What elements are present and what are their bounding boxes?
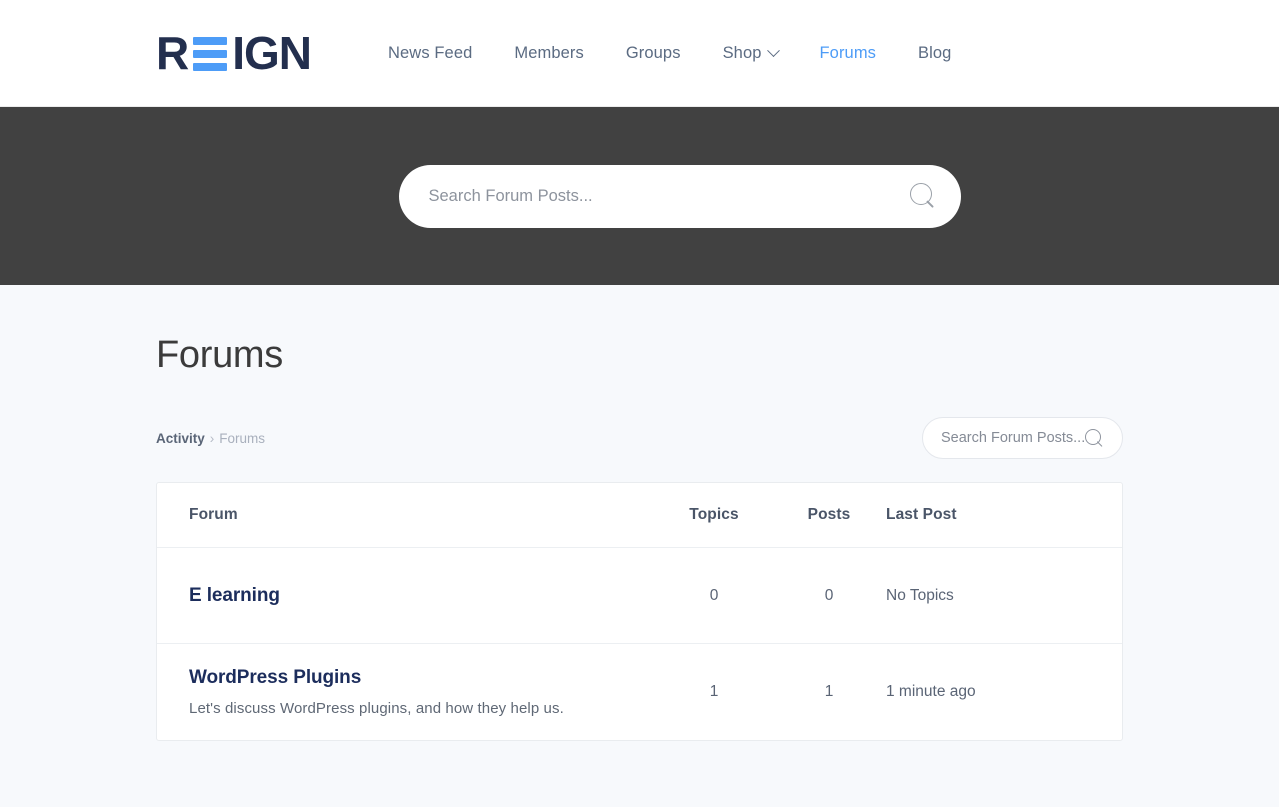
forums-table: Forum Topics Posts Last Post E learning … [156, 482, 1123, 741]
nav-label: Forums [819, 43, 877, 62]
forum-cell: E learning [189, 585, 654, 607]
breadcrumb-link-activity[interactable]: Activity [156, 431, 205, 446]
nav-item-members[interactable]: Members [493, 44, 604, 63]
nav-item-groups[interactable]: Groups [605, 44, 702, 63]
forum-search-box[interactable] [398, 164, 961, 228]
page-content: Forums Activity › Forums Forum Topics Po… [0, 285, 1279, 741]
hero-banner [0, 107, 1279, 285]
column-header-last-post: Last Post [886, 506, 957, 523]
page-title: Forums [156, 334, 283, 376]
equals-bars-icon [193, 37, 228, 71]
nav-item-news-feed[interactable]: News Feed [367, 44, 493, 63]
column-header-forum: Forum [189, 506, 238, 523]
sidebar-forum-search-box[interactable] [922, 417, 1123, 459]
logo-letter-r: R [156, 27, 189, 79]
breadcrumb-row: Activity › Forums [156, 417, 1123, 459]
nav-label: Shop [722, 43, 762, 62]
nav-item-forums[interactable]: Forums [799, 44, 898, 63]
nav-label: Groups [625, 43, 681, 62]
posts-count: 0 [824, 586, 834, 604]
nav-item-shop[interactable]: Shop [702, 44, 799, 63]
column-header-topics: Topics [689, 506, 739, 523]
breadcrumb: Activity › Forums [156, 431, 265, 446]
forum-search-input[interactable] [428, 186, 910, 206]
breadcrumb-current-forums: Forums [219, 430, 266, 446]
nav-label: Members [514, 43, 584, 62]
logo-letters-ign: IGN [232, 27, 312, 79]
forum-cell: WordPress Plugins Let's discuss WordPres… [189, 667, 654, 717]
last-post-value: 1 minute ago [886, 683, 976, 700]
nav-label: Blog [918, 43, 952, 62]
forum-description: Let's discuss WordPress plugins, and how… [189, 700, 564, 717]
sidebar-forum-search-input[interactable] [941, 430, 1108, 446]
main-nav: News Feed Members Groups Shop Forums Blo… [367, 44, 972, 63]
column-header-posts: Posts [807, 506, 851, 523]
chevron-down-icon [766, 43, 780, 57]
breadcrumb-separator: › [209, 430, 215, 446]
site-logo[interactable]: R IGN [156, 27, 312, 79]
search-icon[interactable] [909, 182, 937, 210]
forum-title-link[interactable]: E learning [189, 585, 654, 607]
nav-label: News Feed [388, 43, 473, 62]
last-post-value: No Topics [886, 586, 954, 604]
nav-item-blog[interactable]: Blog [897, 44, 972, 63]
posts-count: 1 [824, 683, 834, 700]
table-header-row: Forum Topics Posts Last Post [157, 483, 1122, 548]
table-row[interactable]: E learning 0 0 No Topics [157, 548, 1122, 644]
table-row[interactable]: WordPress Plugins Let's discuss WordPres… [157, 644, 1122, 740]
topics-count: 0 [709, 586, 719, 604]
forum-title-link[interactable]: WordPress Plugins [189, 667, 654, 689]
logo-wordmark: R IGN [156, 27, 312, 79]
topics-count: 1 [709, 683, 719, 700]
site-header: R IGN News Feed Members Groups Shop Foru… [0, 0, 1279, 107]
